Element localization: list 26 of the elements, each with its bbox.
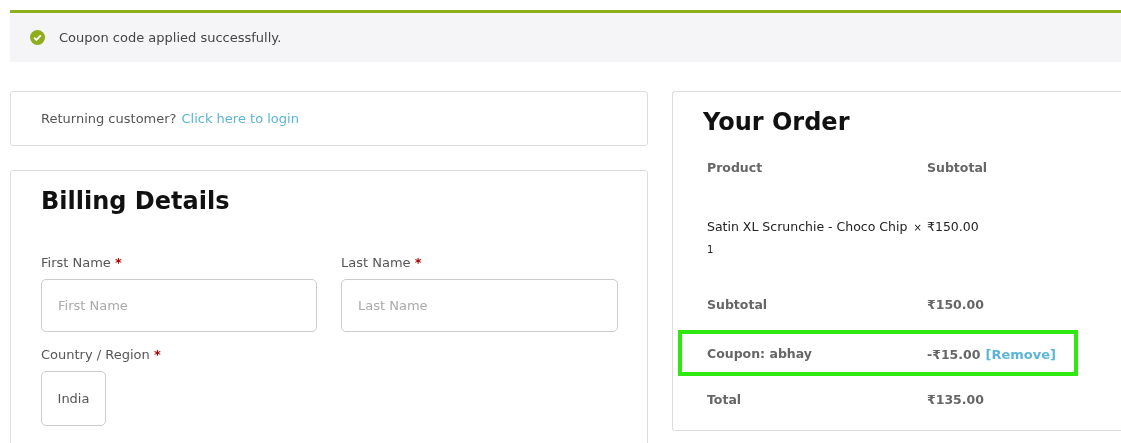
coupon-amount: -₹15.00 — [927, 346, 981, 362]
required-mark: * — [153, 347, 161, 362]
check-circle-icon — [30, 30, 45, 45]
required-mark: * — [115, 255, 122, 270]
login-link[interactable]: Click here to login — [181, 111, 299, 126]
column-header: Subtotal — [927, 159, 989, 175]
product-amount: ₹150.00 — [927, 219, 980, 234]
required-mark: * — [414, 255, 422, 270]
coupon-label: Coupon: abhay — [707, 345, 813, 361]
order-title: Your Order — [703, 108, 851, 136]
total-label: Subtotal — [707, 296, 769, 312]
total-amount: ₹135.00 — [927, 391, 985, 407]
field-label: Last Name — [341, 255, 411, 270]
total-amount: ₹150.00 — [927, 296, 985, 312]
name-field[interactable]: Last Name — [341, 279, 618, 332]
column-header: Product — [707, 159, 764, 175]
field-label: First Name — [41, 255, 111, 270]
country-select[interactable]: India — [41, 371, 106, 426]
field-label: Country / Region — [41, 347, 150, 362]
remove-link[interactable]: [Remove] — [985, 346, 1056, 362]
billing-title: Billing Details — [41, 187, 231, 215]
product-name: Satin XL Scrunchie - Choco Chip × 1 — [707, 218, 923, 257]
login-prompt: Returning customer? — [41, 111, 177, 126]
name-field[interactable]: First Name — [41, 279, 317, 332]
total-label: Total — [707, 391, 743, 407]
notice-text: Coupon code applied successfully. — [59, 30, 282, 45]
